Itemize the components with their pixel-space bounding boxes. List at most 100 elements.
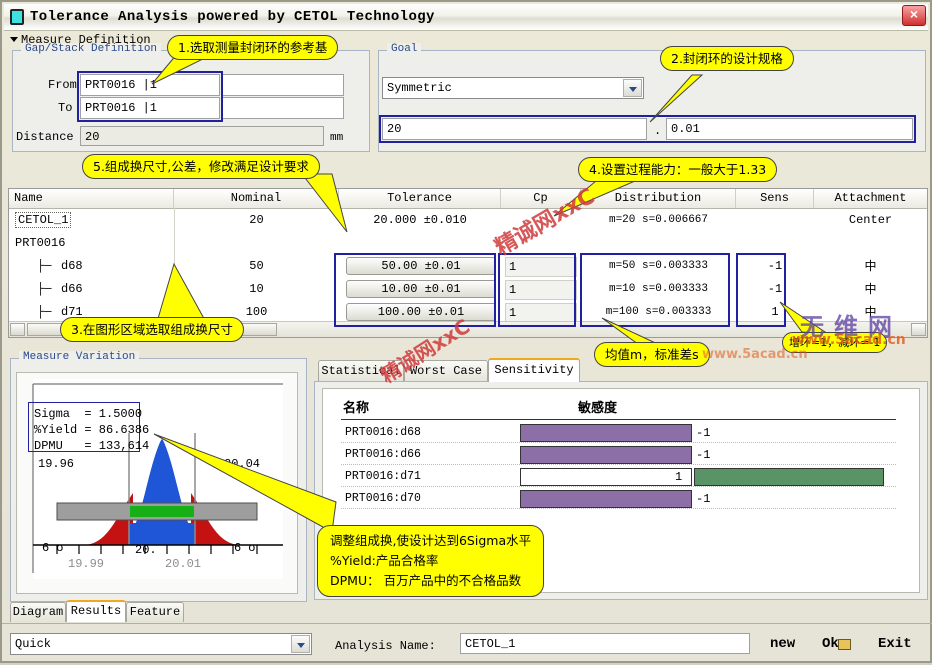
table-row[interactable]: CETOL_1 20 20.000 ±0.010 m=20 s=0.006667… xyxy=(9,209,927,232)
sensitivity-row[interactable]: PRT0016:d70 -1 xyxy=(323,488,919,510)
row-tolerance-button[interactable]: 10.00 ±0.01 xyxy=(346,280,496,298)
sens-row-value: -1 xyxy=(696,448,711,462)
row-divider xyxy=(341,486,896,487)
gap-stack-legend: Gap/Stack Definition xyxy=(21,43,162,55)
row-tolerance: 20.000 ±0.010 xyxy=(373,213,467,227)
scroll-right-icon[interactable] xyxy=(911,323,926,336)
distance-label: Distance xyxy=(16,130,74,144)
table-row[interactable]: ├─ d66 10 10.00 ±0.01 1 m=10 s=0.003333 … xyxy=(9,278,927,301)
mode-value: Quick xyxy=(15,637,52,651)
window-title: Tolerance Analysis powered by CETOL Tech… xyxy=(30,9,435,25)
row-nominal: 20 xyxy=(249,213,264,227)
title-bar: Tolerance Analysis powered by CETOL Tech… xyxy=(4,4,928,31)
goal-type-select[interactable]: Symmetric xyxy=(382,77,644,99)
sens-bar-negative xyxy=(520,424,692,442)
to-input[interactable]: PRT0016 |1 xyxy=(80,97,220,119)
table-row[interactable]: PRT0016 xyxy=(9,232,927,255)
tabbar-divider xyxy=(2,623,932,624)
goal-nominal-input[interactable]: 20 xyxy=(382,118,647,140)
sens-header-rule xyxy=(341,419,896,420)
callout-3: 3.在图形区域选取组成换尺寸 xyxy=(60,317,244,342)
close-icon[interactable]: × xyxy=(902,5,926,26)
column-header-tolerance[interactable]: Tolerance xyxy=(339,189,501,208)
lower-spec-label: 19.96 xyxy=(38,457,75,471)
row-tolerance-button[interactable]: 50.00 ±0.01 xyxy=(346,257,496,275)
row-name: CETOL_1 xyxy=(15,209,72,232)
callout-1: 1.选取测量封闭环的参考基 xyxy=(167,35,339,60)
callout-4: 4.设置过程能力：一般大于1.33 xyxy=(578,157,778,182)
column-header-nominal[interactable]: Nominal xyxy=(174,189,339,208)
column-header-sens[interactable]: Sens xyxy=(736,189,814,208)
sens-col-name-header: 名称 xyxy=(343,401,370,416)
sens-bar-placeholder xyxy=(520,468,692,486)
goal-tolerance-input[interactable]: 0.01 xyxy=(666,118,913,140)
row-divider xyxy=(341,464,896,465)
row-cp[interactable]: 1 xyxy=(505,280,577,300)
callout-8: 调整组成换,使设计达到6Sigma水平 %Yield:产品合格率 DPMU： 百… xyxy=(317,525,545,597)
sens-row-value: -1 xyxy=(696,492,711,506)
distance-unit: mm xyxy=(330,132,344,144)
variation-stats-box: Sigma = 1.5000 %Yield = 86.6386 DPMU = 1… xyxy=(28,402,149,453)
sens-row-name: PRT0016:d71 xyxy=(345,470,421,483)
distance-input[interactable]: 20 xyxy=(80,126,324,146)
tab-diagram[interactable]: Diagram xyxy=(10,602,66,622)
goal-type-value: Symmetric xyxy=(387,81,452,95)
tab-sensitivity[interactable]: Sensitivity xyxy=(488,358,580,382)
column-header-distribution[interactable]: Distribution xyxy=(581,189,736,208)
tree-branch-icon: ├─ xyxy=(37,282,52,296)
to-secondary-input[interactable] xyxy=(222,97,344,119)
row-cp[interactable]: 1 xyxy=(505,257,577,277)
column-header-cp[interactable]: Cp xyxy=(501,189,581,208)
from-label: From xyxy=(48,78,77,92)
goal-legend: Goal xyxy=(387,43,422,55)
sens-row-name: PRT0016:d70 xyxy=(345,492,421,505)
row-name: d66 xyxy=(61,282,83,296)
row-distribution: m=50 s=0.003333 xyxy=(608,260,709,272)
exit-button[interactable]: Exit xyxy=(878,636,912,652)
sens-col-value-header: 敏感度 xyxy=(578,401,618,416)
chevron-down-icon[interactable] xyxy=(623,79,642,97)
mode-select[interactable]: Quick xyxy=(10,633,312,655)
row-divider xyxy=(341,508,896,509)
new-button[interactable]: new xyxy=(770,636,795,652)
row-distribution: m=10 s=0.003333 xyxy=(608,283,709,295)
tab-worst-case[interactable]: Worst Case xyxy=(404,360,488,382)
tab-results[interactable]: Results xyxy=(66,600,126,622)
tolerance-table: Name Nominal Tolerance Cp Distribution S… xyxy=(8,188,928,338)
callout-2: 2.封闭环的设计规格 xyxy=(660,46,794,71)
row-nominal: 50 xyxy=(249,259,264,273)
lower-limit-label: 19.99 xyxy=(68,557,105,571)
row-nominal: 10 xyxy=(249,282,264,296)
sens-row-name: PRT0016:d66 xyxy=(345,448,421,461)
from-secondary-input[interactable] xyxy=(222,74,344,96)
tree-branch-icon: ├─ xyxy=(37,259,52,273)
sensitivity-row[interactable]: PRT0016:d68 -1 xyxy=(323,422,919,444)
tab-feature[interactable]: Feature xyxy=(126,602,184,622)
row-attachment: 中 xyxy=(864,282,877,296)
sens-bar-positive xyxy=(694,468,884,486)
sens-row-name: PRT0016:d68 xyxy=(345,426,421,439)
sensitivity-row[interactable]: PRT0016:d71 1 xyxy=(323,466,919,488)
from-input[interactable]: PRT0016 |1 xyxy=(80,74,220,96)
row-tolerance-button[interactable]: 100.00 ±0.01 xyxy=(346,303,496,321)
sensitivity-row[interactable]: PRT0016:d66 -1 xyxy=(323,444,919,466)
row-name-text: CETOL_1 xyxy=(15,212,72,228)
analysis-name-input[interactable]: CETOL_1 xyxy=(460,633,750,654)
table-row[interactable]: ├─ d68 50 50.00 ±0.01 1 m=50 s=0.003333 … xyxy=(9,255,927,278)
sens-row-value: -1 xyxy=(696,426,711,440)
column-header-attachment[interactable]: Attachment xyxy=(814,189,927,208)
watermark-url-2: www.5acad.cn xyxy=(702,347,808,362)
ok-button[interactable]: Ok xyxy=(822,636,839,652)
callout-5: 5.组成换尺寸,公差，修改满足设计要求 xyxy=(82,154,320,179)
scroll-left-icon[interactable] xyxy=(10,323,25,336)
row-cp[interactable]: 1 xyxy=(505,303,577,323)
sens-row-value: 1 xyxy=(675,470,683,484)
row-divider xyxy=(341,442,896,443)
app-icon xyxy=(10,9,24,25)
sens-bar-negative xyxy=(520,446,692,464)
chevron-down-icon[interactable] xyxy=(291,635,310,653)
upper-spec-label: 20.04 xyxy=(224,457,261,471)
column-header-name[interactable]: Name xyxy=(9,189,174,208)
tab-statistical[interactable]: Statistical xyxy=(318,360,404,382)
row-attachment: Center xyxy=(848,213,893,227)
